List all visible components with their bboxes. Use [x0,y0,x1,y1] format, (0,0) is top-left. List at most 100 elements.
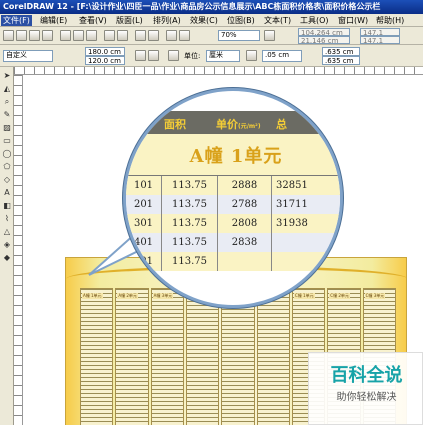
menu-bitmaps[interactable]: 位图(B) [225,15,257,26]
total-cell [272,252,340,271]
menu-view[interactable]: 查看(V) [77,15,109,26]
redo-icon[interactable] [117,30,128,41]
price-cell: 2888 [218,176,272,195]
interactive-fill-icon[interactable]: ◆ [2,253,12,263]
vertical-ruler[interactable] [14,75,23,425]
area-cell: 113.75 [162,252,218,271]
text-tool-icon[interactable]: A [2,188,12,198]
header-total: 总 [276,118,287,131]
object-width-field[interactable]: 147.1 [360,28,400,36]
watermark-sub-text: 助你轻松解决 [336,392,397,403]
copy-icon[interactable] [73,30,84,41]
room-cell: 201 [126,195,162,214]
header-room-number: 号 [134,118,145,131]
unit-label: 单位: [184,52,201,60]
duplicate-y-field[interactable]: .635 cm [322,56,360,65]
unit-select[interactable]: 厘米 [206,50,240,62]
cut-icon[interactable] [60,30,71,41]
menu-edit[interactable]: 编辑(E) [38,15,69,26]
page-width-field[interactable]: 180.0 cm [85,47,125,56]
menu-tools[interactable]: 工具(O) [298,15,331,26]
poster-column: B幢 2单元 [221,288,255,425]
poster-column-header: C幢 3单元 [364,293,386,299]
eyedropper-icon[interactable]: ⌇ [2,214,12,224]
table-row: 501 113.75 [126,252,340,271]
freehand-tool-icon[interactable]: ✎ [2,110,12,120]
area-cell: 113.75 [162,233,218,252]
snap-icon[interactable] [264,30,275,41]
total-cell: 31711 [272,195,340,214]
basic-shapes-icon[interactable]: ◇ [2,175,12,185]
poster-column: A幢 2单元 [115,288,149,425]
smart-fill-icon[interactable]: ▨ [2,123,12,133]
zoom-level-field[interactable]: 70% [218,30,260,41]
undo-icon[interactable] [104,30,115,41]
paste-icon[interactable] [86,30,97,41]
poster-column: B幢 3单元 [256,288,290,425]
position-x-field[interactable]: 104.264 cm [298,28,350,36]
import-icon[interactable] [135,30,146,41]
menu-text[interactable]: 文本(T) [262,15,293,26]
pick-tool-icon[interactable]: ➤ [2,71,12,81]
zoom-tool-icon[interactable]: ⌕ [2,97,12,107]
table-row: 201 113.75 2788 31711 [126,195,340,214]
interactive-blend-icon[interactable]: ◧ [2,201,12,211]
area-cell: 113.75 [162,195,218,214]
print-icon[interactable] [42,30,53,41]
building-banner-text: A幢 1单元 [189,146,283,167]
paper-preset-select[interactable]: 自定义 [3,50,53,62]
shape-tool-icon[interactable]: ◭ [2,84,12,94]
poster-column: A幢 1单元 [80,288,114,425]
polygon-tool-icon[interactable]: ⬠ [2,162,12,172]
rectangle-tool-icon[interactable]: ▭ [2,136,12,146]
open-icon[interactable] [16,30,27,41]
header-unit-price: 单价(元/m²) [216,118,261,131]
object-height-field[interactable]: 147.1 [360,36,400,44]
page-height-field[interactable]: 120.0 cm [85,56,125,65]
portrait-icon[interactable] [135,50,146,61]
total-cell: 31938 [272,214,340,233]
drawing-canvas[interactable]: 面积价格公示栏 ——————————————— A幢 1单元 A幢 2单元 A幢… [23,75,423,425]
price-cell [218,252,272,271]
save-icon[interactable] [29,30,40,41]
nudge-icon [246,50,257,61]
total-cell [272,233,340,252]
total-cell: 32851 [272,176,340,195]
standard-toolbar: 70% 104.264 cm 21.146 cm 147.1 147.1 [0,27,423,45]
price-cell: 2808 [218,214,272,233]
toolbox: ➤ ◭ ⌕ ✎ ▨ ▭ ◯ ⬠ ◇ A ◧ ⌇ △ ◈ ◆ [0,67,14,425]
menu-bar: 文件(F) 编辑(E) 查看(V) 版面(L) 排列(A) 效果(C) 位图(B… [0,14,423,27]
menu-arrange[interactable]: 排列(A) [151,15,183,26]
ellipse-tool-icon[interactable]: ◯ [2,149,12,159]
poster-column: B幢 1单元 [185,288,220,425]
menu-effects[interactable]: 效果(C) [188,15,220,26]
table-row: 101 113.75 2888 32851 [126,176,340,195]
duplicate-x-field[interactable]: .635 cm [322,47,360,56]
poster-column: A幢 3单元 [150,288,184,425]
poster-column-header: A幢 2单元 [117,293,138,299]
magnified-callout: 号 面积 单价(元/m²) 总 A幢 1单元 101 113.75 2888 3… [123,88,343,308]
corel-online-icon[interactable] [179,30,190,41]
landscape-icon[interactable] [148,50,159,61]
table-row: 401 113.75 2838 [126,233,340,252]
magnified-table-header: 号 面积 单价(元/m²) 总 [126,111,340,134]
nudge-offset-field[interactable]: .05 cm [262,50,302,62]
menu-help[interactable]: 帮助(H) [374,15,406,26]
room-cell: 101 [126,176,162,195]
all-pages-icon[interactable] [168,50,179,61]
export-icon[interactable] [148,30,159,41]
app-launcher-icon[interactable] [166,30,177,41]
new-document-icon[interactable] [3,30,14,41]
horizontal-ruler[interactable] [14,67,423,75]
poster-column-header: C幢 2单元 [329,293,350,299]
poster-column-header: A幢 1单元 [82,293,103,299]
outline-tool-icon[interactable]: △ [2,227,12,237]
table-row: 301 113.75 2808 31938 [126,214,340,233]
fill-tool-icon[interactable]: ◈ [2,240,12,250]
menu-window[interactable]: 窗口(W) [336,15,370,26]
poster-column-header: A幢 3单元 [152,293,174,299]
menu-layout[interactable]: 版面(L) [114,15,145,26]
menu-file[interactable]: 文件(F) [1,15,32,26]
window-title: CorelDRAW 12 - [F:\设计作业\四臣一品\作业\商品房公示信息展… [0,0,423,14]
position-y-field[interactable]: 21.146 cm [298,36,350,44]
